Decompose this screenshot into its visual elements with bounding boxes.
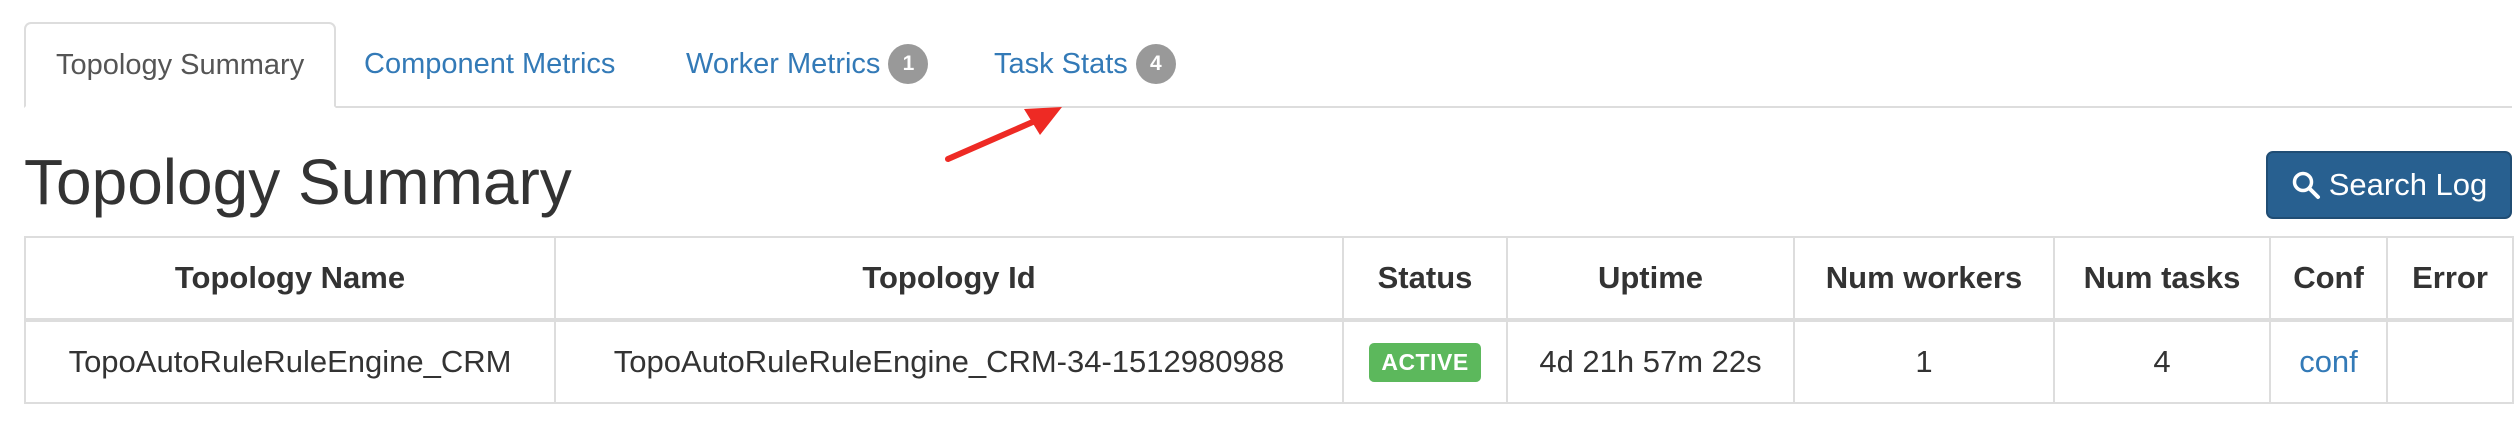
header-uptime: Uptime — [1506, 236, 1795, 322]
topology-summary-table: Topology Name Topology Id Status Uptime … — [24, 236, 2514, 404]
tab-topology-summary-label: Topology Summary — [56, 48, 305, 81]
header-num-tasks: Num tasks — [2053, 236, 2271, 322]
cell-uptime: 4d 21h 57m 22s — [1506, 319, 1795, 404]
cell-error — [2386, 319, 2514, 404]
cell-conf: conf — [2269, 319, 2388, 404]
tab-task-stats-label: Task Stats — [994, 47, 1128, 80]
tab-task-stats[interactable]: Task Stats 4 — [994, 22, 1176, 106]
search-icon — [2291, 170, 2321, 200]
table-header-row: Topology Name Topology Id Status Uptime … — [24, 236, 2514, 322]
page: Topology Summary Component Metrics Worke… — [0, 0, 2520, 434]
header-error: Error — [2386, 236, 2514, 322]
search-log-button-label: Search Log — [2328, 167, 2488, 202]
header-topology-id: Topology Id — [554, 236, 1344, 322]
task-stats-count-badge: 4 — [1135, 44, 1176, 84]
cell-topology-id: TopoAutoRuleRuleEngine_CRM-34-1512980988 — [554, 319, 1344, 404]
header-status: Status — [1342, 236, 1508, 322]
annotation-arrow-icon — [945, 107, 1062, 162]
header-conf: Conf — [2269, 236, 2388, 322]
header-topology-name: Topology Name — [24, 236, 556, 322]
header-num-workers: Num workers — [1793, 236, 2055, 322]
tab-topology-summary[interactable]: Topology Summary — [24, 22, 337, 108]
tab-worker-metrics[interactable]: Worker Metrics 1 — [686, 22, 929, 106]
conf-link[interactable]: conf — [2299, 344, 2358, 379]
cell-status: ACTIVE — [1342, 319, 1508, 404]
tab-component-metrics[interactable]: Component Metrics — [364, 22, 615, 106]
search-log-button[interactable]: Search Log — [2266, 151, 2512, 219]
status-badge: ACTIVE — [1369, 343, 1481, 382]
table-row: TopoAutoRuleRuleEngine_CRM TopoAutoRuleR… — [24, 319, 2514, 404]
cell-num-tasks: 4 — [2053, 319, 2271, 404]
tab-worker-metrics-label: Worker Metrics — [686, 47, 881, 80]
cell-num-workers: 1 — [1793, 319, 2055, 404]
worker-metrics-count-badge: 1 — [888, 44, 929, 84]
page-title: Topology Summary — [24, 146, 572, 218]
tab-component-metrics-label: Component Metrics — [364, 47, 616, 80]
tab-bar: Topology Summary Component Metrics Worke… — [24, 22, 2512, 108]
cell-topology-name: TopoAutoRuleRuleEngine_CRM — [24, 319, 556, 404]
